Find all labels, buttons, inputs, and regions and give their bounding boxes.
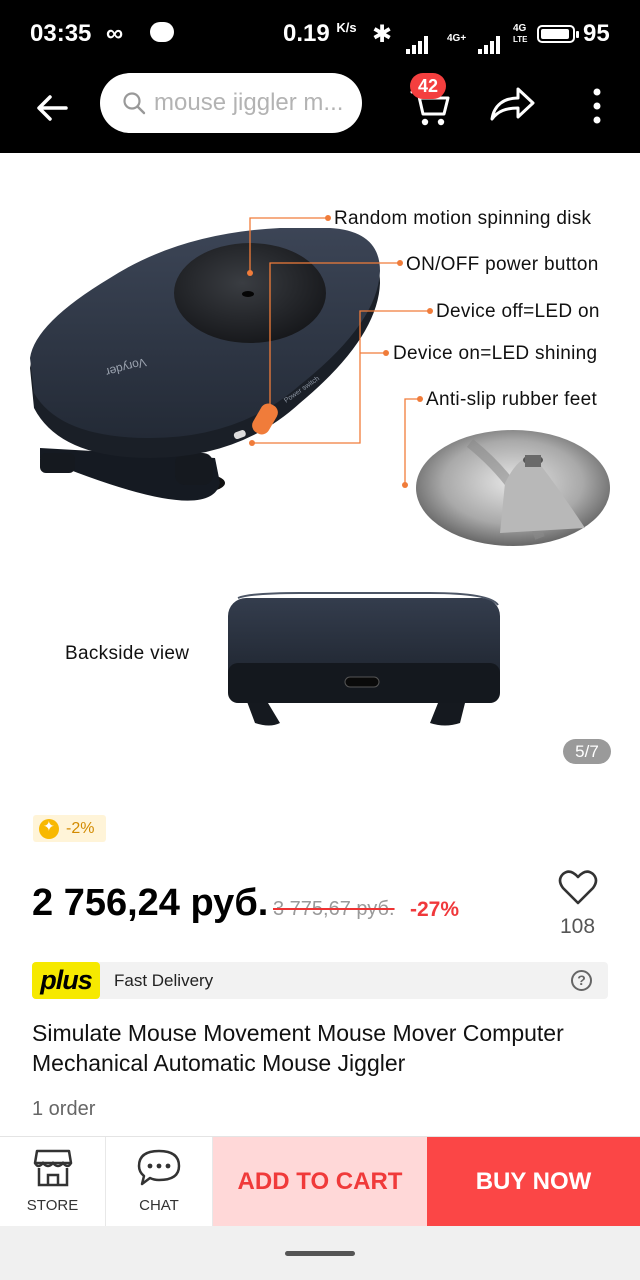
buy-now-button[interactable]: BUY NOW	[427, 1137, 640, 1227]
product-title: Simulate Mouse Movement Mouse Mover Comp…	[32, 1020, 564, 1076]
order-count: 1 order	[32, 1098, 96, 1120]
wishlist-count: 108	[560, 915, 596, 938]
callout-device-on: Device on=LED shining	[393, 343, 598, 364]
share-icon[interactable]	[488, 83, 536, 125]
cart-count-badge: 42	[410, 73, 446, 99]
signal-icon-2	[478, 26, 502, 54]
bluetooth-icon: ✱	[372, 21, 393, 48]
back-arrow-icon[interactable]	[32, 88, 72, 128]
store-icon	[33, 1149, 73, 1187]
coin-discount-value: -2%	[66, 819, 95, 837]
chat-button[interactable]: CHAT	[106, 1137, 213, 1227]
device-top-view: Voryder Power switch	[30, 228, 380, 501]
bottom-action-bar: STORE CHAT ADD TO CART BUY NOW	[0, 1136, 640, 1227]
delivery-label: Fast Delivery	[114, 971, 214, 990]
more-options-icon[interactable]	[584, 86, 610, 126]
infinity-icon: ∞	[106, 20, 124, 47]
network-speed: 0.19 K/s	[283, 20, 357, 48]
coin-icon	[39, 818, 59, 839]
top-bar: mouse jiggler m... 42	[0, 68, 640, 153]
callout-backside: Backside view	[65, 643, 190, 664]
rubber-foot-zoom	[416, 430, 610, 546]
clock: 03:35	[30, 20, 92, 47]
speed-unit: K/s	[336, 20, 357, 35]
search-icon	[123, 92, 146, 115]
chat-bubble-icon	[150, 22, 174, 42]
image-counter: 5/7	[563, 739, 611, 764]
callout-rubber-feet: Anti-slip rubber feet	[426, 389, 598, 410]
coin-discount-badge: -2%	[33, 815, 107, 842]
product-image: Voryder Power switch	[30, 215, 610, 726]
original-price: 3 775,67 руб.	[273, 898, 395, 920]
current-price: 2 756,24 руб.	[32, 882, 269, 924]
help-icon[interactable]: ?	[571, 970, 592, 991]
store-button[interactable]: STORE	[0, 1137, 106, 1227]
network-type-2-sub: LTE	[513, 35, 528, 44]
status-bar: 03:35 ∞ 0.19 K/s ✱ 4G+ 4G LTE 95	[0, 0, 640, 68]
search-input[interactable]: mouse jiggler m...	[100, 73, 362, 133]
chat-label: CHAT	[139, 1197, 179, 1214]
device-back-view	[228, 592, 500, 726]
callout-power-button: ON/OFF power button	[406, 254, 599, 275]
speed-value: 0.19	[283, 20, 330, 47]
callout-device-off: Device off=LED on	[436, 301, 600, 322]
store-label: STORE	[26, 1197, 79, 1214]
home-gesture-handle[interactable]	[285, 1251, 355, 1256]
battery-level: 95	[583, 20, 610, 47]
battery-icon	[537, 25, 579, 43]
callout-spinning-disk: Random motion spinning disk	[334, 208, 592, 229]
network-type-1: 4G+	[447, 33, 467, 44]
system-nav-bar	[0, 1226, 640, 1280]
plus-logo: plus	[32, 962, 100, 999]
chat-icon	[137, 1149, 181, 1186]
add-to-cart-button[interactable]: ADD TO CART	[213, 1137, 427, 1227]
network-type-2: 4G	[513, 23, 527, 34]
search-placeholder: mouse jiggler m...	[154, 89, 344, 116]
discount-percent: -27%	[410, 898, 460, 921]
product-image-gallery[interactable]: Voryder Power switch Random motion spinn…	[0, 153, 640, 793]
plus-delivery-bar[interactable]: plus Fast Delivery ?	[32, 962, 608, 999]
heart-icon[interactable]	[558, 868, 598, 906]
signal-icon-1	[406, 26, 430, 54]
